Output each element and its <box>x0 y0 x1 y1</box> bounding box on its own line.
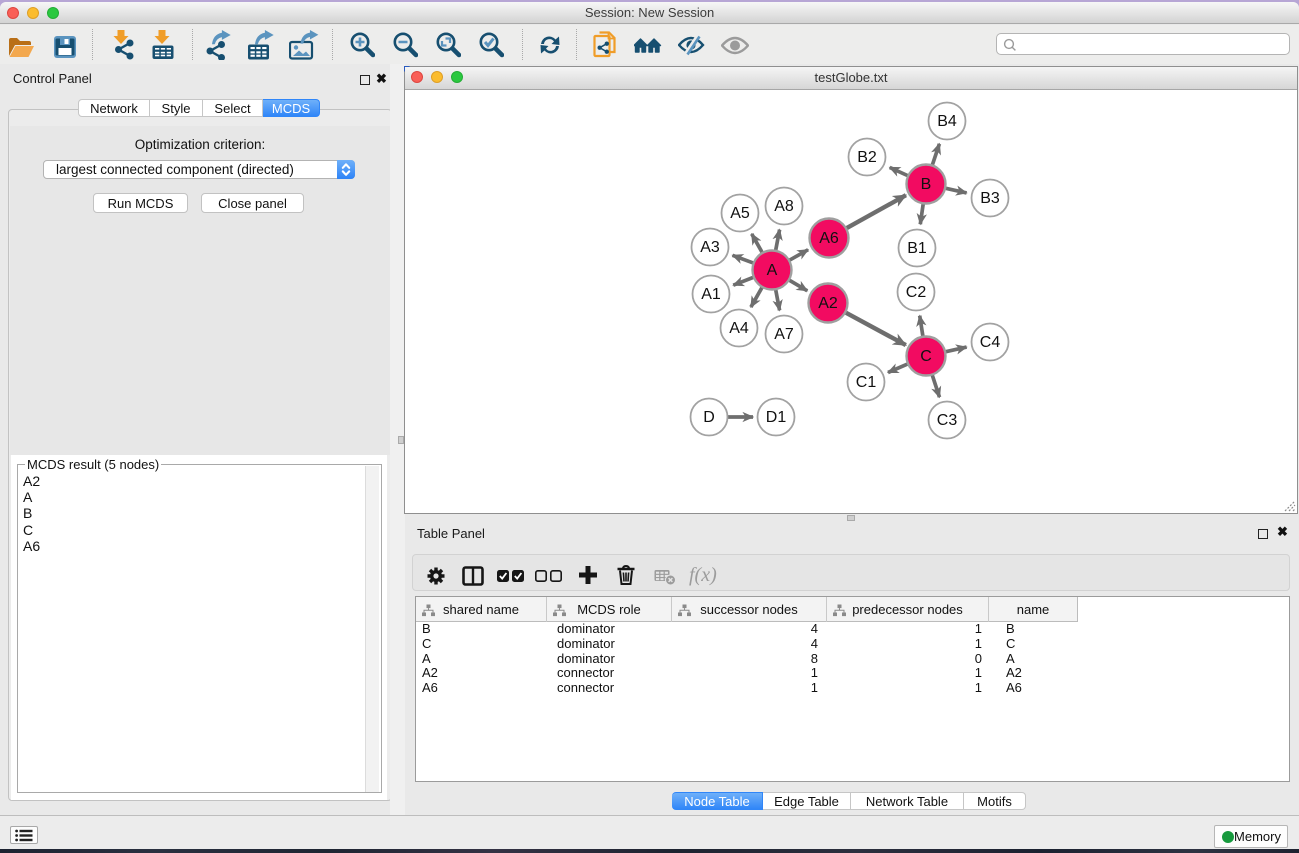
svg-text:B2: B2 <box>857 149 877 166</box>
svg-text:A5: A5 <box>730 205 750 222</box>
svg-text:D: D <box>703 409 715 426</box>
svg-text:C1: C1 <box>856 374 877 391</box>
svg-text:C3: C3 <box>937 412 958 429</box>
svg-text:A6: A6 <box>819 230 839 247</box>
svg-text:A8: A8 <box>774 198 794 215</box>
svg-text:A7: A7 <box>774 326 794 343</box>
svg-text:C4: C4 <box>980 334 1001 351</box>
svg-text:A3: A3 <box>700 239 720 256</box>
svg-text:A: A <box>767 262 778 279</box>
svg-text:A1: A1 <box>701 286 721 303</box>
svg-text:C: C <box>920 348 932 365</box>
svg-text:D1: D1 <box>766 409 787 426</box>
svg-text:B1: B1 <box>907 240 927 257</box>
svg-text:C2: C2 <box>906 284 927 301</box>
svg-text:B4: B4 <box>937 113 957 130</box>
svg-text:A4: A4 <box>729 320 749 337</box>
svg-text:B: B <box>921 176 932 193</box>
svg-text:A2: A2 <box>818 295 838 312</box>
svg-text:B3: B3 <box>980 190 1000 207</box>
